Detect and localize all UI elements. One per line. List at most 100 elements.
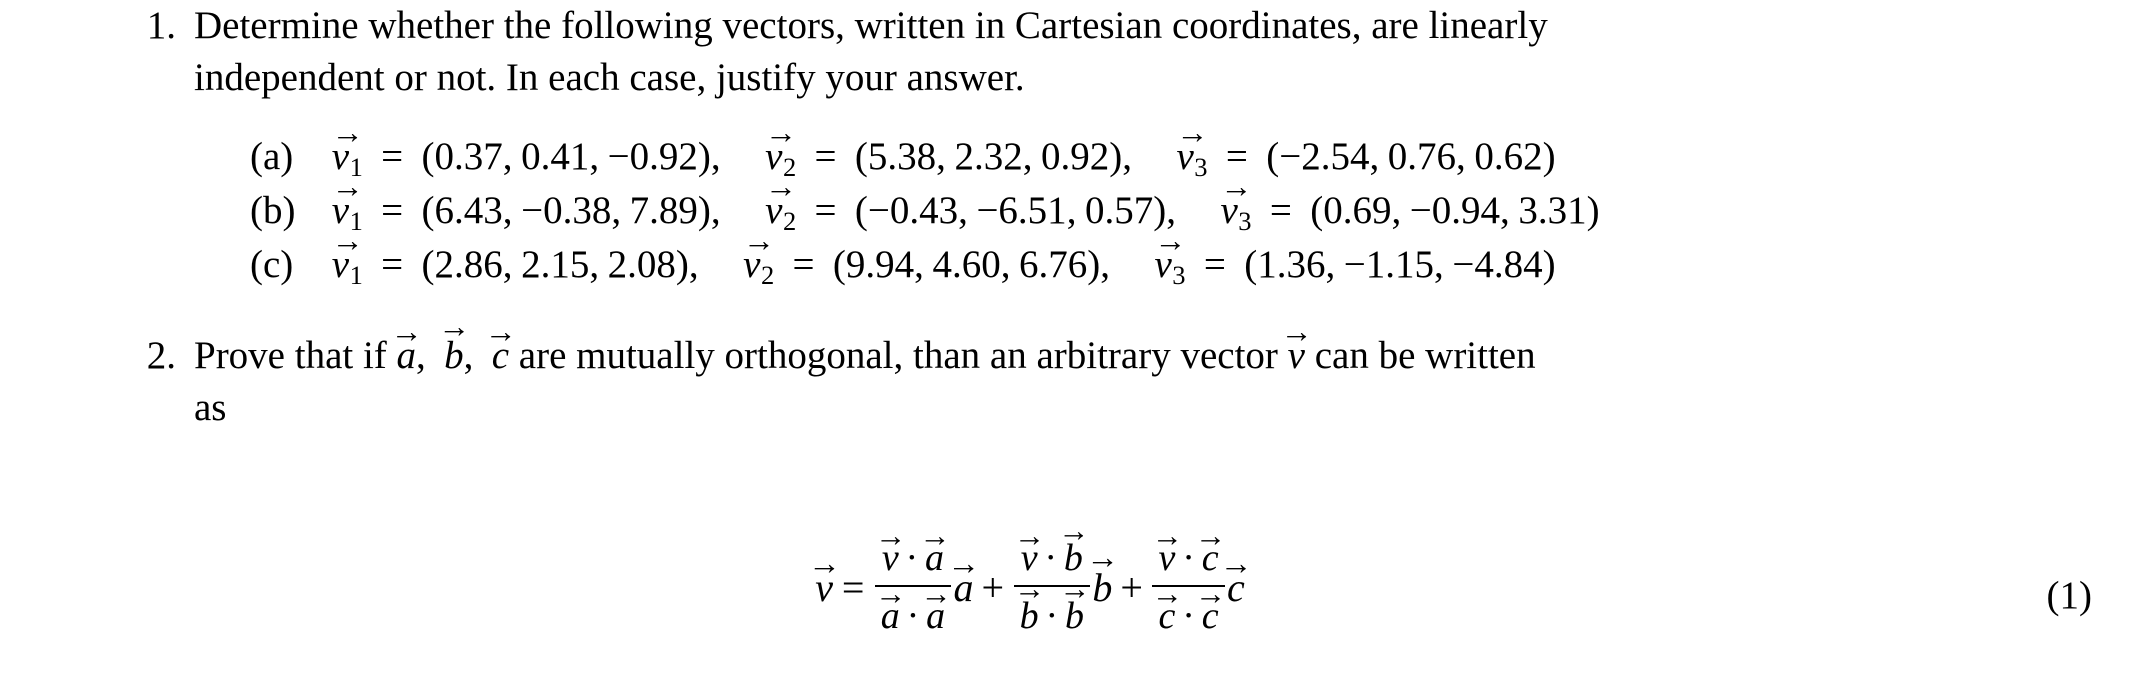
component-value: −0.38 <box>521 189 612 232</box>
component-value: 0.92 <box>1041 135 1110 178</box>
vector-v-symbol: → v <box>1280 314 1313 377</box>
dot-product-operator: · <box>1182 595 1195 638</box>
equation-number: (1) <box>2046 574 2092 617</box>
comma: , <box>589 243 600 286</box>
comma: , <box>1325 243 1336 286</box>
vector-arrow-icon: → <box>1013 517 1045 553</box>
vector-arrow-icon: → <box>438 309 470 345</box>
vector-b-symbol: → b <box>438 309 470 377</box>
fraction-denominator: → a · → a <box>875 575 951 641</box>
vector-v3-symbol: → v3 <box>1154 223 1186 291</box>
vector-subscript: 3 <box>1172 260 1186 291</box>
equals-sign: = <box>381 135 404 178</box>
component-value: 0.37 <box>434 135 503 178</box>
vector-arrow-icon: → <box>1059 570 1090 606</box>
equals-sign: = <box>792 243 815 286</box>
comma: , <box>1022 135 1033 178</box>
vector-c-symbol: → c <box>484 314 517 377</box>
comma: , <box>710 135 721 178</box>
equals-sign: = <box>1203 243 1226 286</box>
vector-a-symbol: → a <box>920 575 951 638</box>
problem-2-line-1: Prove that if → a, → b, → c are mutually or… <box>194 309 2030 382</box>
fraction-term-b: → v · → b → b · → b <box>1013 515 1090 641</box>
comma: , <box>1500 189 1510 232</box>
vector-v-symbol: → v <box>875 517 906 579</box>
vector-v1-symbol: → v1 <box>331 223 364 291</box>
tuple-close-paren: ) <box>1109 135 1123 178</box>
dot-product-operator: · <box>1044 537 1058 579</box>
problem-2-body: Prove that if → a, → b, → c are mutually or… <box>194 309 2030 434</box>
vector-arrow-icon: → <box>1154 223 1186 259</box>
vector-arrow-icon: → <box>1013 570 1045 606</box>
component-value: 6.76 <box>1019 243 1088 286</box>
vector-arrow-icon: → <box>764 115 797 151</box>
component-value: 1.36 <box>1257 243 1326 286</box>
comma: , <box>710 189 721 232</box>
component-value: 0.57 <box>1085 189 1154 232</box>
subitem-c-marker: (c) <box>250 243 294 286</box>
comma: , <box>1456 135 1466 178</box>
subitem-c: (c) → v1 = (2.86, 2.15, 2.08), → v2 = (9.94,… <box>250 223 2030 292</box>
tuple-close-paren: ) <box>1542 135 1556 178</box>
component-value: −6.51 <box>976 189 1067 232</box>
vector-arrow-icon: → <box>1176 115 1208 151</box>
comma: , <box>914 243 924 286</box>
vector-arrow-icon: → <box>390 314 423 350</box>
comma: , <box>958 189 968 232</box>
dot-product-operator: · <box>1045 595 1059 638</box>
problem-2-text-middle: are mutually orthogonal, than an arbitra… <box>518 334 1278 377</box>
tuple-close-paren: ) <box>1586 189 1600 232</box>
subitem-c-content: → v1 = (2.86, 2.15, 2.08), → v2 = (9.94, 4.60… <box>331 223 1556 292</box>
vector-v3-symbol: → v3 <box>1176 115 1208 183</box>
display-equation-wrapper: → v = → v · → a → a · → a → a + → v · → b → b · → b → b + <box>0 515 2150 685</box>
vector-arrow-icon: → <box>484 314 517 350</box>
subitem-a: (a) → v1 = (0.37, 0.41, −0.92), → v2 = (5.38… <box>250 115 2030 184</box>
equals-sign: = <box>841 565 865 611</box>
component-value: 0.62 <box>1474 135 1543 178</box>
comma: , <box>1066 189 1077 232</box>
plus-sign: + <box>1120 565 1143 611</box>
tuple-open-paren: ( <box>421 135 435 178</box>
equals-sign: = <box>1269 189 1292 232</box>
component-value: 5.38 <box>867 135 937 178</box>
dot-product-operator: · <box>906 595 920 638</box>
vector-arrow-icon: → <box>920 575 951 611</box>
equation-lhs-vector-v: → v <box>808 545 841 610</box>
vector-arrow-icon: → <box>1151 517 1183 553</box>
problem-item-1: 1. Determine whether the following vecto… <box>130 0 2030 292</box>
component-value: 6.43 <box>434 189 503 232</box>
equation-row: → v = → v · → a → a · → a → a + → v · → b → b · → b → b + <box>808 515 1253 641</box>
vector-a-symbol: → a <box>919 517 950 579</box>
tuple-open-paren: ( <box>1310 189 1324 232</box>
component-value: −4.84 <box>1452 243 1543 286</box>
vector-v3-symbol: → v3 <box>1220 169 1252 237</box>
vector-subscript: 1 <box>349 260 363 291</box>
component-value: 2.32 <box>954 135 1023 178</box>
tuple-open-paren: ( <box>832 243 846 286</box>
vector-arrow-icon: → <box>875 575 906 611</box>
subitem-b-content: → v1 = (6.43, −0.38, 7.89), → v2 = (−0.43, −6… <box>332 169 1600 238</box>
component-value: 2.08 <box>607 243 676 286</box>
tuple-close-paren: ) <box>1087 243 1101 286</box>
component-value: 2.15 <box>521 243 590 286</box>
vector-arrow-icon: → <box>875 517 906 553</box>
equals-sign: = <box>381 243 404 286</box>
component-value: 0.69 <box>1323 189 1392 232</box>
fraction-term-c: → v · → c → c · → c <box>1152 520 1226 641</box>
vector-v2-symbol: → v2 <box>742 223 775 291</box>
component-value: 2.86 <box>434 243 503 286</box>
tuple-open-paren: ( <box>854 189 868 232</box>
vector-a-symbol: → a <box>875 575 906 638</box>
component-value: −0.43 <box>867 189 959 232</box>
component-value: 0.41 <box>521 135 590 178</box>
vector-arrow-icon: → <box>947 545 980 582</box>
vector-arrow-icon: → <box>1086 540 1119 577</box>
subitem-a-marker: (a) <box>250 135 294 178</box>
dot-product-operator: · <box>1182 537 1195 579</box>
problem-2-text-end: can be written <box>1314 334 1536 377</box>
tuple-open-paren: ( <box>421 243 435 286</box>
problem-1-marker: 1. <box>146 4 176 47</box>
vector-arrow-icon: → <box>331 223 364 259</box>
equals-sign: = <box>381 189 404 232</box>
vector-arrow-icon: → <box>1058 512 1089 548</box>
